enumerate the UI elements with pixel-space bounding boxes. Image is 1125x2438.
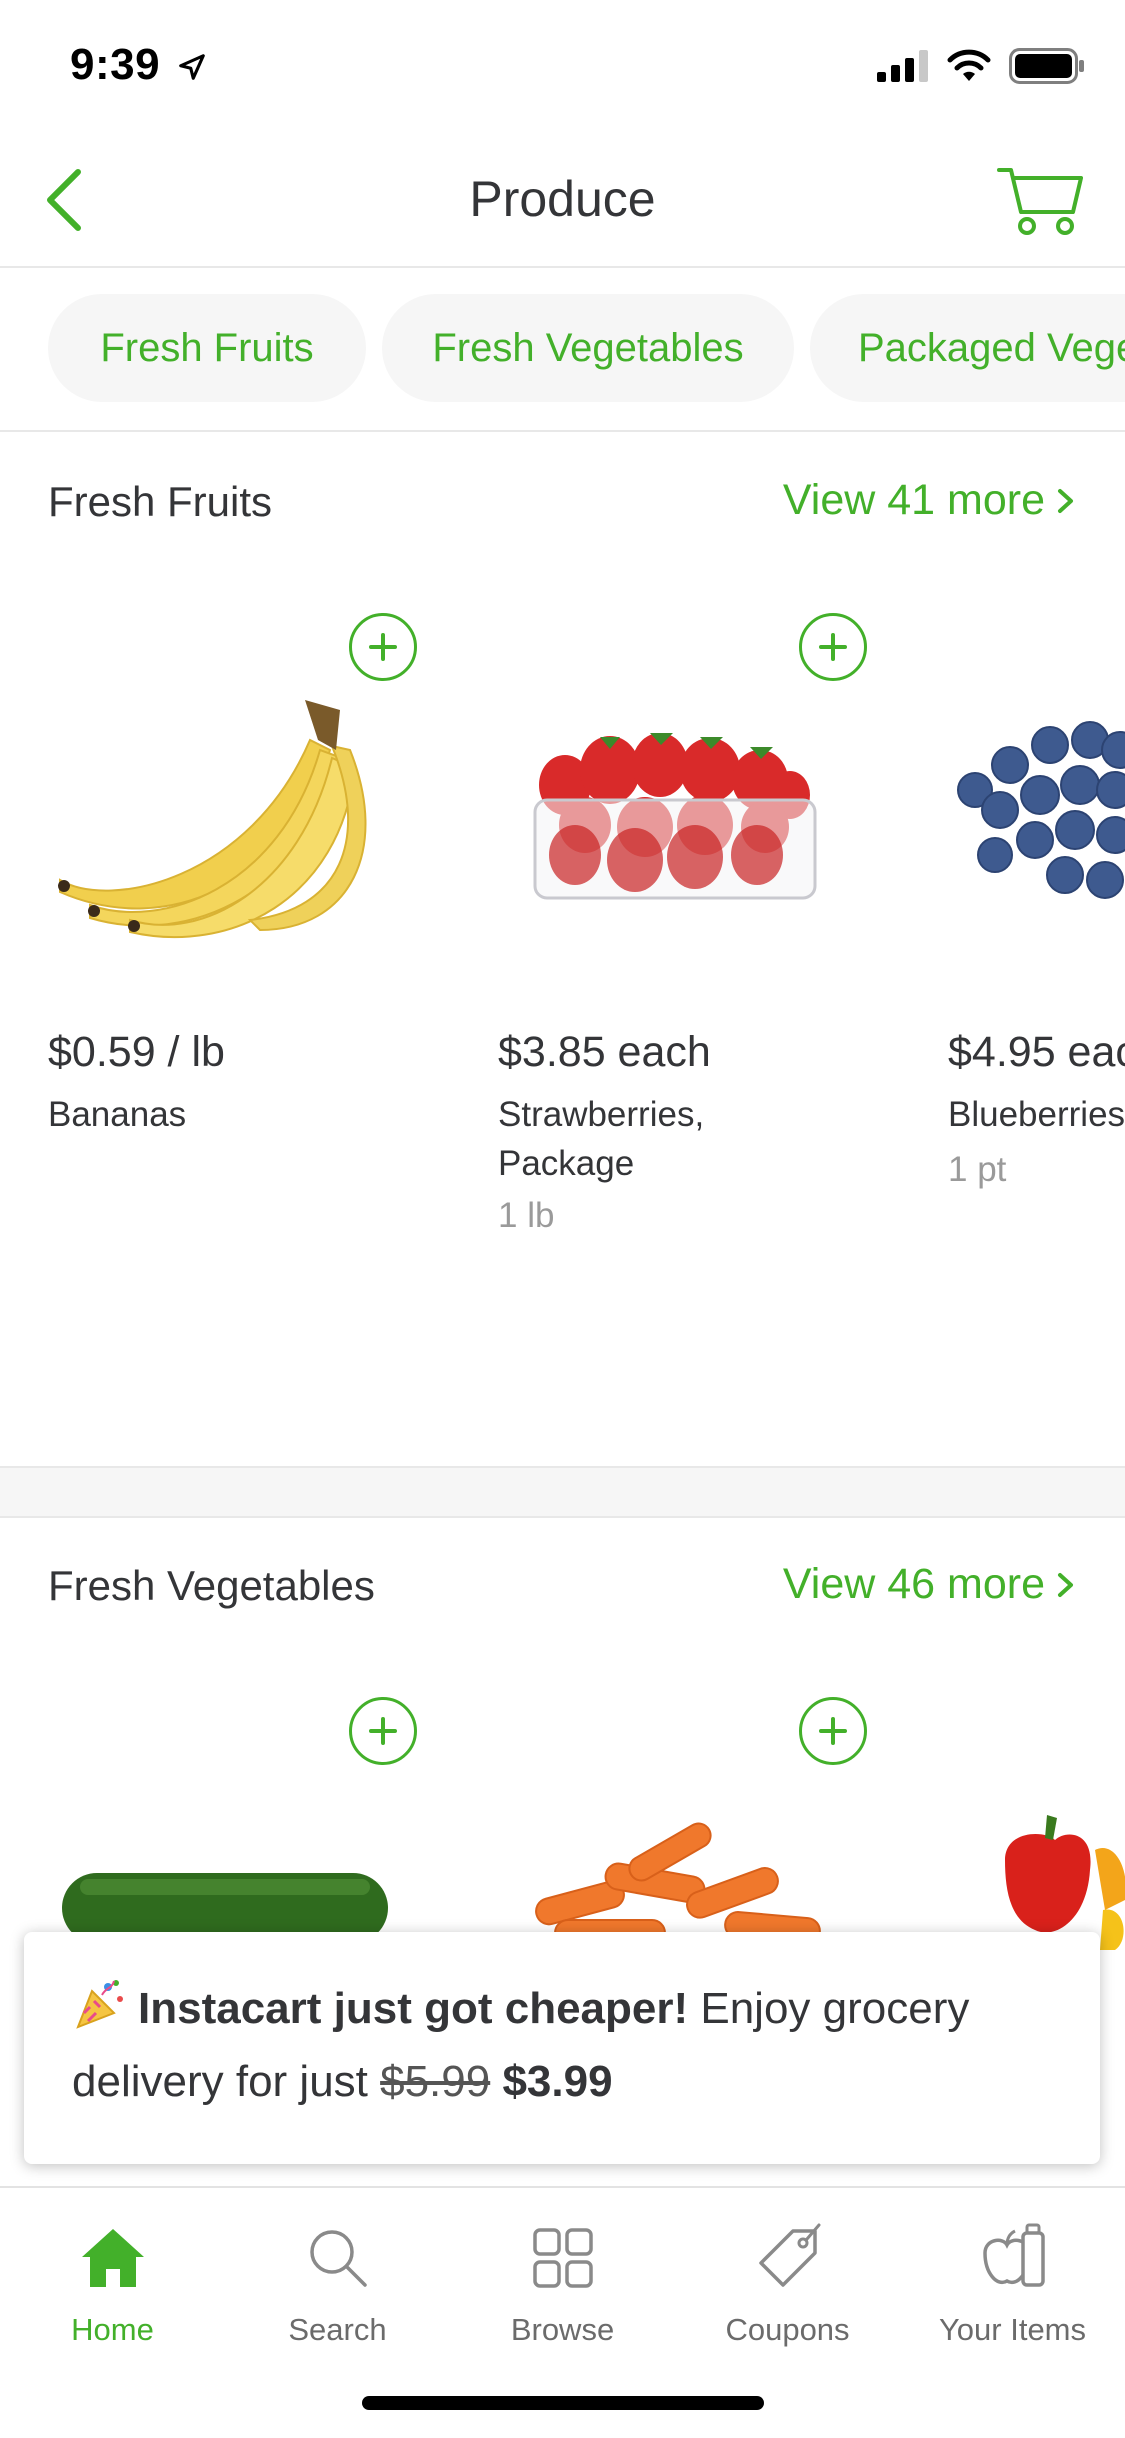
add-to-cart-button[interactable]: [799, 613, 867, 681]
add-to-cart-button[interactable]: [799, 1697, 867, 1765]
status-time-text: 9:39: [70, 40, 161, 89]
navigation-bar: Produce: [0, 130, 1125, 268]
tab-label: Home: [71, 2312, 154, 2347]
tab-your-items[interactable]: Your Items: [900, 2218, 1125, 2348]
chevron-right-icon: [1058, 488, 1073, 513]
pill-packaged-vegetables[interactable]: Packaged Vegetables: [810, 294, 1125, 402]
cart-button[interactable]: [995, 160, 1085, 240]
tab-search[interactable]: Search: [225, 2218, 450, 2348]
plus-icon: [819, 633, 847, 661]
tab-label: Your Items: [938, 2312, 1087, 2347]
bananas-image: [58, 700, 367, 939]
location-arrow-icon: [179, 54, 205, 81]
wifi-icon: [947, 49, 991, 81]
plus-icon: [369, 633, 397, 661]
section-title-fresh-fruits: Fresh Fruits: [48, 478, 273, 525]
add-to-cart-button[interactable]: [349, 613, 417, 681]
section-divider: [0, 1466, 1125, 1518]
product-size: 1 pt: [948, 1150, 1007, 1189]
promo-toast-text: Instacart just got cheaper! Enjoy grocer…: [72, 1972, 1072, 2118]
page-title: Produce: [469, 171, 656, 227]
add-to-cart-button[interactable]: [349, 1697, 417, 1765]
view-more-label: View 46 more: [782, 1560, 1045, 1608]
tab-coupons[interactable]: Coupons: [675, 2218, 900, 2348]
product-price: $0.59 / lb: [48, 1028, 225, 1076]
pill-fresh-vegetables[interactable]: Fresh Vegetables: [382, 294, 794, 402]
promo-new-price: $3.99: [502, 2057, 613, 2106]
peppers-image: [1005, 1815, 1125, 1950]
blueberries-image: [957, 721, 1125, 899]
signal-icon: [877, 50, 928, 82]
status-time: 9:39: [70, 40, 207, 90]
baby-carrots-image: [535, 1822, 821, 1940]
promo-old-price: $5.99: [380, 2057, 491, 2106]
tab-label: Coupons: [725, 2312, 850, 2347]
view-more-label: View 41 more: [782, 476, 1045, 524]
tab-home[interactable]: Home: [0, 2218, 225, 2348]
browse-grid-icon: [532, 2228, 593, 2288]
product-size: 1 lb: [498, 1196, 555, 1235]
cart-icon: [997, 168, 1083, 235]
product-name: Blueberries: [948, 1095, 1125, 1134]
tab-label: Search: [288, 2312, 387, 2347]
product-name: Bananas: [48, 1095, 187, 1134]
plus-icon: [819, 1717, 847, 1745]
status-indicators: [877, 48, 1085, 84]
product-price: $3.85 each: [498, 1028, 711, 1076]
home-icon: [81, 2229, 144, 2287]
party-popper-icon: [76, 1980, 123, 2029]
section-title-fresh-vegetables: Fresh Vegetables: [48, 1562, 375, 1609]
promo-headline: Instacart just got cheaper!: [138, 1984, 689, 2033]
plus-icon: [369, 1717, 397, 1745]
pill-fresh-fruits[interactable]: Fresh Fruits: [48, 294, 366, 402]
your-items-icon: [982, 2223, 1045, 2287]
chevron-right-icon: [1058, 1572, 1073, 1597]
promo-toast[interactable]: Instacart just got cheaper! Enjoy grocer…: [24, 1932, 1100, 2164]
search-icon: [309, 2230, 367, 2287]
tab-label: Browse: [510, 2312, 615, 2347]
battery-icon: [1009, 48, 1084, 84]
home-indicator: [362, 2396, 764, 2410]
product-price: $4.95 each: [948, 1028, 1125, 1076]
view-more-fruits-link[interactable]: View 41 more: [783, 476, 1077, 525]
tab-browse[interactable]: Browse: [450, 2218, 675, 2348]
product-name: Strawberries, Package: [498, 1095, 705, 1183]
coupon-tag-icon: [758, 2223, 820, 2287]
view-more-vegetables-link[interactable]: View 46 more: [783, 1560, 1077, 1609]
category-pills: Fresh Fruits Fresh Vegetables Packaged V…: [0, 268, 1125, 432]
strawberries-image: [533, 733, 817, 900]
clipped-product-row: [0, 2164, 1125, 2186]
